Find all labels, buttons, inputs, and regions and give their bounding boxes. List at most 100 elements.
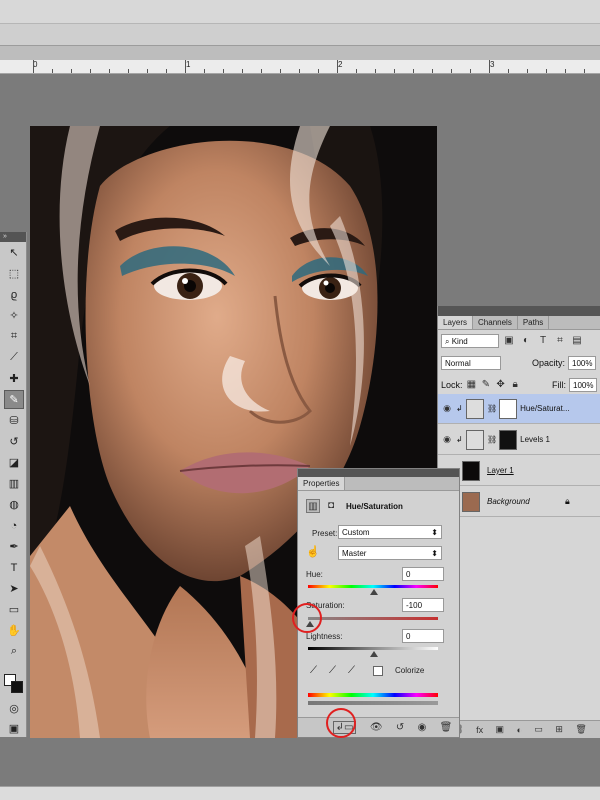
layer-row-background[interactable]: Background 🔒︎ xyxy=(438,487,600,517)
zoom-tool-icon[interactable]: ⌕ xyxy=(4,642,24,661)
tools-panel-header[interactable]: » xyxy=(0,232,26,242)
visibility-eye-icon[interactable]: ◉ xyxy=(438,434,456,445)
eyedropper-tool-icon[interactable]: ⟋ xyxy=(4,348,24,367)
panel-grip[interactable] xyxy=(438,306,600,316)
visibility-eye-icon[interactable]: ◉ xyxy=(438,403,456,414)
shape-filter-icon[interactable]: ⌗ xyxy=(553,334,567,348)
type-filter-icon[interactable]: T xyxy=(536,334,550,348)
type-tool-icon[interactable]: T xyxy=(4,558,24,577)
add-mask-icon[interactable]: ▣ xyxy=(496,724,505,735)
hue-field[interactable]: 0 xyxy=(402,567,444,581)
layer-filter-select[interactable]: ⌕ Kind xyxy=(441,334,499,348)
lightness-label: Lightness: xyxy=(306,632,343,641)
tab-layers[interactable]: Layers xyxy=(438,316,474,329)
clone-stamp-tool-icon[interactable]: ⛁ xyxy=(4,411,24,430)
brush-tool-icon[interactable]: ✎ xyxy=(4,390,24,409)
quick-mask-icon[interactable]: ◎ xyxy=(4,699,24,718)
shape-tool-icon[interactable]: ▭ xyxy=(4,600,24,619)
quick-select-tool-icon[interactable]: ✧ xyxy=(4,306,24,325)
highlight-circle-saturation-knob xyxy=(292,603,322,633)
hue-slider-knob[interactable] xyxy=(370,589,378,595)
lightness-slider-track[interactable] xyxy=(308,647,438,650)
mask-thumbnail xyxy=(499,429,518,450)
lightness-field[interactable]: 0 xyxy=(402,629,444,643)
channel-select[interactable]: Master ⬍ xyxy=(338,546,442,560)
new-layer-icon[interactable]: ⊞ xyxy=(555,724,563,735)
targeted-adjustment-icon[interactable]: ☝ xyxy=(306,545,320,558)
smart-object-filter-icon[interactable]: ▤ xyxy=(570,334,584,348)
image-filter-icon[interactable]: ▣ xyxy=(502,334,516,348)
eyedropper-icon[interactable]: ⟋ xyxy=(310,665,317,676)
layer-row-levels[interactable]: ◉ ↲ ⛓ Levels 1 xyxy=(438,425,600,455)
document-tab-strip xyxy=(0,46,600,60)
tab-channels[interactable]: Channels xyxy=(473,316,518,329)
ruler-tick xyxy=(280,69,281,73)
layer-name: Layer 1 xyxy=(487,466,514,475)
reset-icon[interactable]: ↺ xyxy=(396,722,404,733)
eyedropper-minus-icon[interactable]: ⟋ xyxy=(348,665,355,676)
ruler-tick xyxy=(470,69,471,73)
fill-field[interactable]: 100% xyxy=(569,378,598,392)
layer-name: Background xyxy=(487,497,530,506)
blend-mode-select[interactable]: Normal xyxy=(441,356,501,370)
path-select-tool-icon[interactable]: ➤ xyxy=(4,579,24,598)
preset-select[interactable]: Custom ⬍ xyxy=(338,525,442,539)
screen-mode-icon[interactable]: ▣ xyxy=(4,719,24,738)
adjustment-filter-icon[interactable]: ◐ xyxy=(519,334,533,348)
horizontal-ruler[interactable]: 0 1 2 3 xyxy=(0,60,600,74)
ruler-tick xyxy=(337,60,338,73)
adjustment-name: Hue/Saturation xyxy=(346,501,403,511)
ruler-tick xyxy=(185,60,186,73)
lightness-slider-knob[interactable] xyxy=(370,651,378,657)
eyedropper-plus-icon[interactable]: ⟋ xyxy=(329,665,336,676)
link-icon: ⛓ xyxy=(487,435,498,444)
fx-icon[interactable]: fx xyxy=(476,725,483,735)
opacity-field[interactable]: 100% xyxy=(568,356,597,370)
colorize-checkbox[interactable] xyxy=(373,665,383,676)
layer-row-hue-saturation[interactable]: ◉ ↲ ⛓ Hue/Saturat... xyxy=(438,394,600,424)
opacity-label: Opacity: xyxy=(532,358,566,368)
lock-position-icon[interactable]: ✥ xyxy=(495,378,507,392)
tab-properties[interactable]: Properties xyxy=(298,477,346,490)
layer-row-layer-1[interactable]: Layer 1 xyxy=(438,456,600,486)
crop-tool-icon[interactable]: ⌗ xyxy=(4,327,24,346)
lasso-tool-icon[interactable]: ϱ xyxy=(4,285,24,304)
tab-paths[interactable]: Paths xyxy=(518,316,550,329)
visibility-eye-icon[interactable]: ◉ xyxy=(418,722,427,733)
new-group-icon[interactable]: ▭ xyxy=(534,724,543,735)
blur-tool-icon[interactable]: ◍ xyxy=(4,495,24,514)
saturation-slider-track[interactable] xyxy=(308,617,438,620)
search-icon: ⌕ xyxy=(445,337,452,346)
trash-icon[interactable]: 🗑︎ xyxy=(575,724,586,735)
lock-all-icon[interactable]: 🔒︎ xyxy=(509,378,521,392)
ruler-tick xyxy=(451,69,452,73)
move-tool-icon[interactable]: ↖ xyxy=(4,243,24,262)
dodge-tool-icon[interactable]: ◔ xyxy=(4,516,24,535)
healing-brush-tool-icon[interactable]: ✚ xyxy=(4,369,24,388)
saturation-field[interactable]: -100 xyxy=(402,598,444,612)
view-previous-state-icon[interactable]: 👁︎ xyxy=(370,722,383,733)
panel-grip[interactable] xyxy=(298,469,459,477)
eraser-tool-icon[interactable]: ◪ xyxy=(4,453,24,472)
history-brush-tool-icon[interactable]: ↺ xyxy=(4,432,24,451)
ruler-tick xyxy=(52,69,53,73)
background-color-swatch[interactable] xyxy=(11,681,23,693)
new-adjustment-icon[interactable]: ◐ xyxy=(517,725,522,735)
lock-transparent-icon[interactable]: ▦ xyxy=(466,378,478,392)
hue-slider-track[interactable] xyxy=(308,585,438,588)
hand-tool-icon[interactable]: ✋ xyxy=(4,621,24,640)
ruler-tick xyxy=(261,69,262,73)
mask-icon[interactable]: ◘ xyxy=(324,499,338,513)
trash-icon[interactable]: 🗑︎ xyxy=(440,722,453,733)
marquee-tool-icon[interactable]: ⬚ xyxy=(4,264,24,283)
hue-label: Hue: xyxy=(306,570,323,579)
ruler-mark: 1 xyxy=(186,60,191,69)
lock-label: Lock: xyxy=(441,380,463,390)
layer-thumbnail xyxy=(462,460,480,481)
lock-pixels-icon[interactable]: ✎ xyxy=(480,378,492,392)
adjustment-icon[interactable]: ▥ xyxy=(306,499,320,513)
ruler-mark: 2 xyxy=(338,60,343,69)
gradient-tool-icon[interactable]: ▥ xyxy=(4,474,24,493)
ruler-tick xyxy=(413,69,414,73)
pen-tool-icon[interactable]: ✒ xyxy=(4,537,24,556)
